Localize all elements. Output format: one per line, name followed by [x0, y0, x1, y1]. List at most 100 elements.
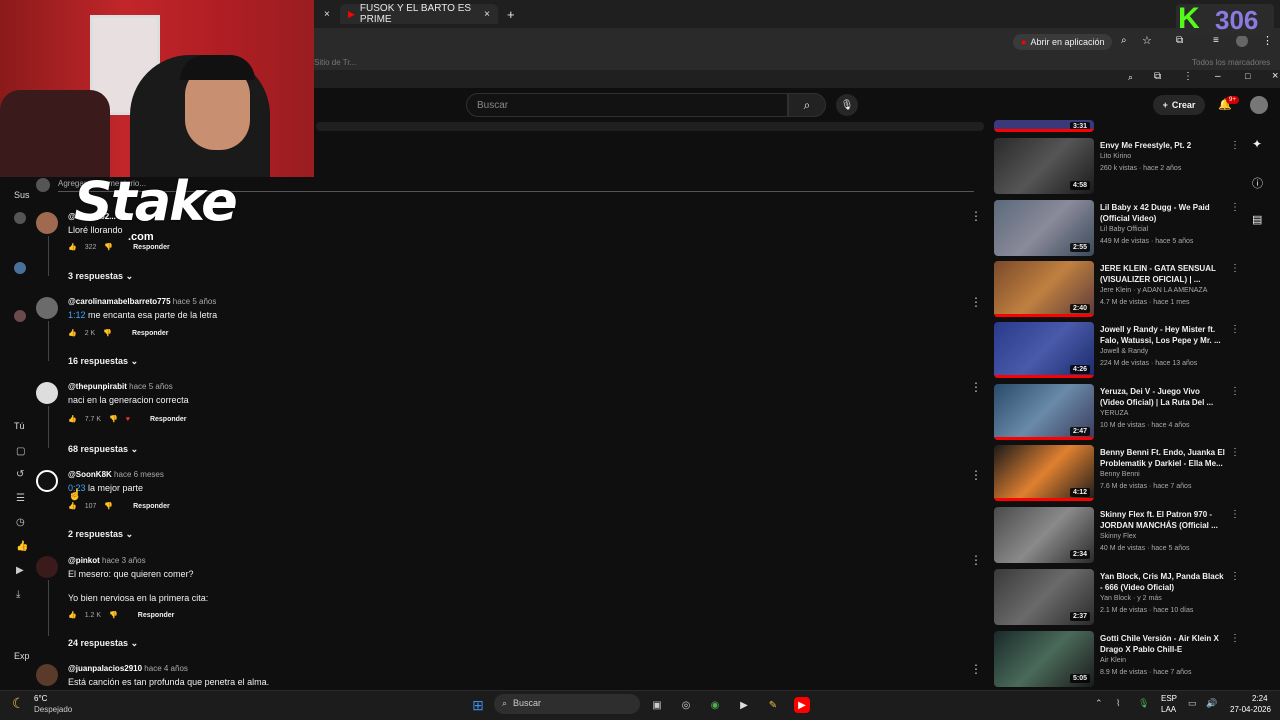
- close-window-icon[interactable]: ×: [1272, 70, 1278, 82]
- active-tab[interactable]: ▶ FUSOK Y EL BARTO ES PRIME ×: [340, 3, 498, 25]
- windows-start-icon[interactable]: ⊞: [470, 697, 486, 713]
- weather-moon-icon[interactable]: ☾: [12, 695, 25, 712]
- video-menu-icon[interactable]: ⋮: [1230, 140, 1240, 151]
- replies-toggle[interactable]: 2 respuestas ⌄: [68, 529, 133, 540]
- inner-menu-icon[interactable]: ⋮: [1183, 71, 1193, 82]
- your-videos-icon[interactable]: ▶: [16, 565, 24, 576]
- reply-button[interactable]: Responder: [133, 503, 170, 510]
- video-title[interactable]: Yan Block, Cris MJ, Panda Black - 666 (V…: [1100, 571, 1226, 593]
- video-menu-icon[interactable]: ⋮: [1230, 386, 1240, 397]
- dislike-icon[interactable]: 👎: [103, 329, 112, 337]
- video-channel[interactable]: Lil Baby Official: [1100, 226, 1148, 233]
- network-icon[interactable]: ⌇: [1116, 698, 1120, 709]
- info-icon[interactable]: ⓘ: [1252, 175, 1263, 191]
- task-view-icon[interactable]: ▣: [649, 697, 665, 713]
- reply-button[interactable]: Responder: [138, 612, 175, 619]
- video-channel[interactable]: Air Klein: [1100, 657, 1126, 664]
- comment-menu-icon[interactable]: ⋮: [970, 295, 982, 309]
- replies-toggle[interactable]: 16 respuestas ⌄: [68, 356, 138, 367]
- related-video[interactable]: 2:47 Yeruza, Dei V - Juego Vivo (Video O…: [994, 384, 1244, 442]
- video-channel[interactable]: Skinny Flex: [1100, 533, 1136, 540]
- comment-author[interactable]: @juanpalacios2910 hace 4 años: [68, 664, 188, 673]
- comment-avatar[interactable]: [36, 556, 58, 578]
- chat-icon[interactable]: ▤: [1252, 213, 1262, 226]
- video-thumbnail[interactable]: 2:37: [994, 569, 1094, 625]
- dislike-icon[interactable]: 👎: [109, 611, 118, 619]
- comment-avatar[interactable]: [36, 297, 58, 319]
- bookmark-star-icon[interactable]: ☆: [1142, 34, 1152, 47]
- chrome-icon[interactable]: ◉: [707, 697, 723, 713]
- search-input[interactable]: Buscar: [466, 93, 788, 117]
- language-code[interactable]: ESP: [1161, 694, 1177, 703]
- comment-menu-icon[interactable]: ⋮: [970, 380, 982, 394]
- extensions-icon[interactable]: ⧉: [1176, 35, 1183, 46]
- all-bookmarks[interactable]: Todos los marcadores: [1192, 58, 1270, 67]
- video-menu-icon[interactable]: ⋮: [1230, 571, 1240, 582]
- video-thumbnail[interactable]: 4:12: [994, 445, 1094, 501]
- related-video[interactable]: 5:05 Gotti Chile Versión - Air Klein X D…: [994, 631, 1244, 689]
- dislike-icon[interactable]: 👎: [104, 502, 113, 510]
- downloads-icon[interactable]: ⤓: [16, 589, 20, 600]
- video-title[interactable]: Skinny Flex ft. El Patron 970 - JORDAN M…: [1100, 509, 1226, 531]
- video-title[interactable]: JERE KLEIN - GATA SENSUAL (VISUALIZER OF…: [1100, 263, 1226, 285]
- inner-extensions-icon[interactable]: ⧉: [1154, 71, 1161, 82]
- tab-close-icon[interactable]: ×: [484, 9, 490, 20]
- replies-toggle[interactable]: 3 respuestas ⌄: [68, 271, 133, 282]
- subscription-avatar[interactable]: [14, 262, 26, 274]
- video-channel[interactable]: Jere Klein · y ADAN LA AMENAZA: [1100, 287, 1207, 294]
- related-video[interactable]: 4:26 Jowell y Randy - Hey Mister ft. Fal…: [994, 322, 1244, 380]
- weather-desc[interactable]: Despejado: [34, 705, 72, 714]
- video-thumbnail[interactable]: 2:34: [994, 507, 1094, 563]
- video-thumbnail[interactable]: 4:58: [994, 138, 1094, 194]
- video-title[interactable]: Gotti Chile Versión - Air Klein X Drago …: [1100, 633, 1226, 655]
- like-icon[interactable]: 👍: [68, 243, 77, 251]
- app-icon-2[interactable]: ✎: [765, 697, 781, 713]
- maximize-icon[interactable]: □: [1245, 71, 1250, 81]
- media-icon[interactable]: ≡: [1213, 35, 1219, 46]
- related-video[interactable]: 2:40 JERE KLEIN - GATA SENSUAL (VISUALIZ…: [994, 261, 1244, 319]
- comment-author[interactable]: @pinkot hace 3 años: [68, 556, 146, 565]
- clock-date[interactable]: 27-04-2026: [1230, 705, 1271, 714]
- liked-icon[interactable]: 👍: [16, 541, 28, 552]
- history-icon[interactable]: ↺: [16, 469, 24, 480]
- tab-close-icon-prev[interactable]: ×: [324, 4, 330, 24]
- comment-avatar[interactable]: [36, 212, 58, 234]
- clock-time[interactable]: 2:24: [1252, 694, 1268, 703]
- language-layout[interactable]: LAA: [1161, 705, 1176, 714]
- comment-avatar[interactable]: [36, 382, 58, 404]
- video-title[interactable]: Jowell y Randy - Hey Mister ft. Falo, Wa…: [1100, 324, 1226, 346]
- video-menu-icon[interactable]: ⋮: [1230, 509, 1240, 520]
- video-title[interactable]: Benny Benni Ft. Endo, Juanka El Problema…: [1100, 447, 1226, 469]
- video-channel[interactable]: Jowell & Randy: [1100, 348, 1148, 355]
- replies-toggle[interactable]: 68 respuestas ⌄: [68, 444, 138, 455]
- subscription-avatar[interactable]: [14, 212, 26, 224]
- replies-toggle[interactable]: 24 respuestas ⌄: [68, 638, 138, 649]
- app-icon[interactable]: ◎: [678, 697, 694, 713]
- gemini-sparkle-icon[interactable]: ✦: [1252, 137, 1262, 151]
- video-menu-icon[interactable]: ⋮: [1230, 263, 1240, 274]
- profile-avatar[interactable]: [1236, 35, 1248, 47]
- display-icon[interactable]: ▭: [1188, 698, 1197, 709]
- reply-button[interactable]: Responder: [133, 244, 170, 251]
- account-avatar[interactable]: [1250, 96, 1268, 114]
- related-video[interactable]: 2:34 Skinny Flex ft. El Patron 970 - JOR…: [994, 507, 1244, 565]
- video-title[interactable]: Lil Baby x 42 Dugg - We Paid (Official V…: [1100, 202, 1226, 224]
- related-video[interactable]: 2:37 Yan Block, Cris MJ, Panda Black - 6…: [994, 569, 1244, 627]
- comment-menu-icon[interactable]: ⋮: [970, 209, 982, 223]
- create-button[interactable]: + Crear: [1153, 95, 1205, 115]
- weather-temp[interactable]: 6°C: [34, 694, 47, 703]
- related-video[interactable]: 2:55 Lil Baby x 42 Dugg - We Paid (Offic…: [994, 200, 1244, 258]
- video-thumbnail[interactable]: 2:40: [994, 261, 1094, 317]
- video-channel[interactable]: Benny Benni: [1100, 471, 1140, 478]
- inner-zoom-icon[interactable]: ⌕: [1128, 72, 1133, 83]
- video-title[interactable]: Envy Me Freestyle, Pt. 2: [1100, 140, 1226, 151]
- video-thumbnail[interactable]: 2:55: [994, 200, 1094, 256]
- comment-author[interactable]: @SoonK8K hace 6 meses: [68, 470, 164, 479]
- new-tab-icon[interactable]: +: [507, 4, 515, 24]
- like-icon[interactable]: 👍: [68, 329, 77, 337]
- youtube-app-icon[interactable]: ▶: [794, 697, 810, 713]
- tray-chevron-icon[interactable]: ⌃: [1095, 698, 1103, 709]
- video-thumbnail[interactable]: 2:47: [994, 384, 1094, 440]
- voice-search-button[interactable]: 🎙: [836, 94, 858, 116]
- dislike-icon[interactable]: 👎: [104, 243, 113, 251]
